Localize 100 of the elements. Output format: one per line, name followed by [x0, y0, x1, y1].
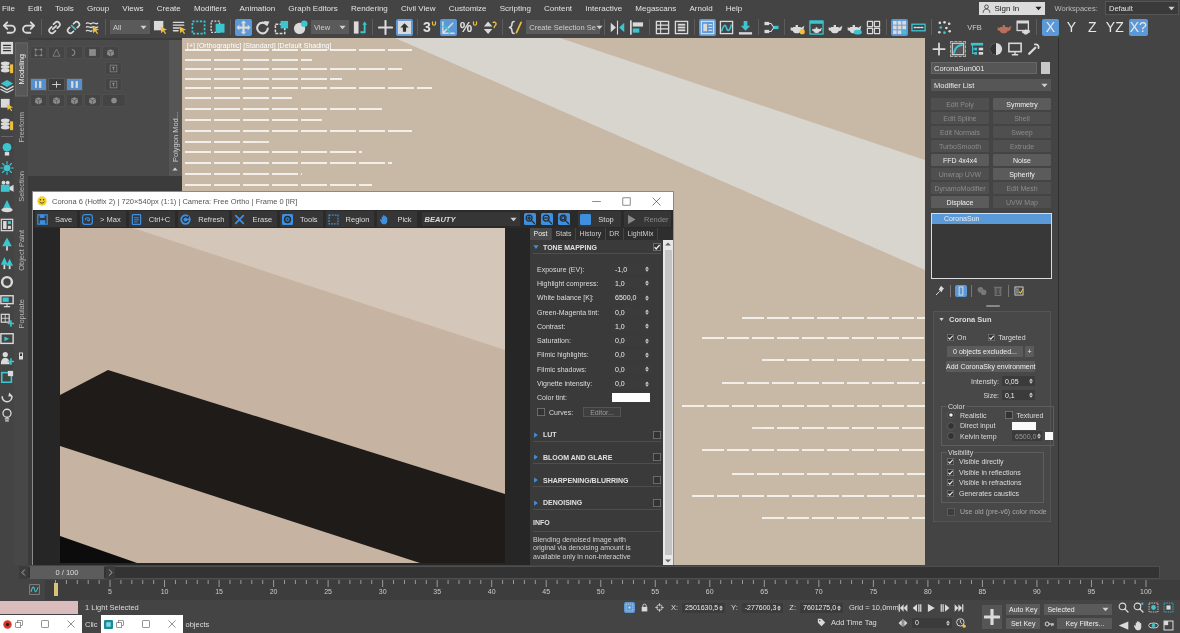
checkbox[interactable]: [653, 476, 661, 485]
menu-item[interactable]: Rendering: [350, 3, 388, 13]
hand-icon[interactable]: [1133, 619, 1144, 631]
square-outline-icon[interactable]: [0, 370, 14, 384]
camera-icon[interactable]: [0, 180, 14, 194]
dashed-square-icon[interactable]: [624, 602, 635, 613]
screen-play-icon[interactable]: [0, 332, 14, 346]
radio-button[interactable]: [947, 411, 955, 420]
spinner-arrows-icon[interactable]: [644, 279, 650, 288]
checkbox[interactable]: [653, 243, 661, 251]
checkbox[interactable]: [537, 408, 545, 417]
board-icon[interactable]: [0, 218, 14, 232]
list-box-icon[interactable]: [673, 18, 691, 36]
spinner-arrows-icon[interactable]: [945, 618, 951, 627]
spinner-arrows-icon[interactable]: [644, 265, 650, 274]
minimized-window[interactable]: [0, 615, 82, 633]
checkbox[interactable]: [653, 453, 661, 462]
checkbox[interactable]: [988, 334, 996, 341]
checkbox[interactable]: [947, 468, 954, 476]
axis-constraint[interactable]: YZ: [1104, 18, 1125, 36]
squares-icon[interactable]: [273, 18, 290, 36]
trees-icon[interactable]: [0, 256, 14, 270]
play-icon[interactable]: [926, 602, 936, 613]
tag-icon[interactable]: [816, 617, 827, 628]
monitor-icon[interactable]: [0, 294, 14, 308]
monitor-icon[interactable]: [1007, 41, 1023, 57]
plus-icon[interactable]: [982, 604, 1002, 629]
curve-icon[interactable]: [718, 18, 736, 36]
menu-item[interactable]: Edit: [28, 3, 42, 13]
hierarchy-icon[interactable]: [969, 41, 985, 57]
spinner-arrows-icon[interactable]: [1028, 377, 1034, 385]
pin-icon[interactable]: [934, 285, 946, 297]
object-color-swatch[interactable]: [1041, 62, 1050, 74]
minimized-window[interactable]: [100, 615, 183, 633]
key-icon[interactable]: [1044, 618, 1055, 629]
mirror-icon[interactable]: [609, 18, 627, 36]
menu-item[interactable]: Customize: [448, 3, 487, 13]
stack-icon[interactable]: [0, 117, 14, 131]
plus-icon[interactable]: [377, 18, 394, 36]
color-swatch[interactable]: [612, 393, 650, 403]
split-square-icon[interactable]: [1163, 619, 1174, 631]
menu-item[interactable]: Modifiers: [193, 3, 227, 13]
sun-icon[interactable]: [0, 161, 14, 175]
layer-stack-icon[interactable]: [0, 79, 14, 93]
arrow-box-icon[interactable]: [396, 18, 413, 36]
axis-constraint[interactable]: Z: [1083, 18, 1101, 36]
arrow-down-bar-icon[interactable]: [737, 18, 755, 36]
dots-grid-icon[interactable]: [891, 18, 909, 36]
spinner-arrows-icon[interactable]: [644, 365, 650, 374]
align-icon[interactable]: [628, 18, 646, 36]
close-icon[interactable]: [652, 196, 661, 206]
checkbox[interactable]: [1005, 411, 1014, 420]
person-plus-icon[interactable]: [0, 351, 14, 365]
table-icon[interactable]: [654, 18, 672, 36]
restore-icon[interactable]: [15, 620, 23, 628]
scrollbar-track[interactable]: [663, 240, 673, 565]
skip-forward-icon[interactable]: [954, 602, 964, 613]
menu-item[interactable]: Content: [544, 3, 573, 13]
spinner-arrows-icon[interactable]: [836, 603, 843, 612]
checkbox[interactable]: [653, 430, 661, 439]
menu-item[interactable]: Tools: [55, 3, 74, 13]
brace-slash-icon[interactable]: [507, 18, 525, 36]
stack-icon[interactable]: [0, 60, 14, 74]
wrench-icon[interactable]: [1026, 41, 1042, 57]
restore-icon[interactable]: [115, 620, 124, 628]
bulb-outline-icon[interactable]: [0, 408, 14, 422]
color-swatch[interactable]: [1045, 432, 1053, 441]
bulb-icon[interactable]: [0, 142, 14, 156]
angle-icon[interactable]: [439, 18, 457, 36]
chevron-right-icon[interactable]: [106, 566, 115, 579]
step-back-icon[interactable]: [912, 602, 922, 613]
curved-arrow-left-icon[interactable]: [1, 18, 18, 36]
radio-button[interactable]: [947, 432, 955, 441]
checkbox[interactable]: [947, 489, 954, 497]
checkbox[interactable]: [653, 498, 661, 507]
zoom-fit-icon[interactable]: [558, 213, 571, 225]
zoom-in-icon[interactable]: [524, 213, 537, 225]
radio-button[interactable]: [947, 421, 955, 430]
bars-icon[interactable]: [30, 78, 47, 91]
menu-item[interactable]: Help: [725, 3, 743, 13]
ring-icon[interactable]: [0, 275, 14, 289]
dashed-box-dot-icon[interactable]: [1148, 602, 1159, 613]
cone-icon[interactable]: [0, 199, 14, 213]
wedge-icon[interactable]: [1118, 619, 1129, 631]
broken-link-icon[interactable]: [65, 18, 82, 36]
four-way-arrow-icon[interactable]: [235, 18, 252, 36]
bars-icon[interactable]: [66, 78, 83, 91]
spinner-arrows-icon[interactable]: [1028, 391, 1034, 399]
panel-icon[interactable]: [699, 18, 717, 36]
spinner-arrows-icon[interactable]: [644, 308, 650, 317]
spinner-arrows-icon[interactable]: [644, 350, 650, 359]
cross-icon[interactable]: [48, 78, 65, 91]
teapot-window-icon[interactable]: [808, 18, 826, 36]
maximize-icon[interactable]: [141, 620, 150, 628]
select-cursor-icon[interactable]: [152, 18, 169, 36]
menu-item[interactable]: Arnold: [689, 3, 713, 13]
close-icon[interactable]: [67, 620, 75, 628]
bar-icon[interactable]: [955, 285, 967, 297]
half-circle-icon[interactable]: [988, 41, 1004, 57]
crosshair-circle-icon[interactable]: [654, 602, 665, 613]
